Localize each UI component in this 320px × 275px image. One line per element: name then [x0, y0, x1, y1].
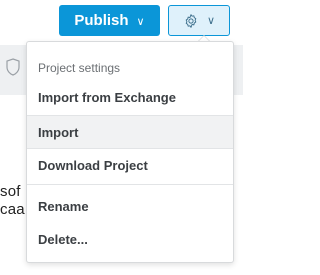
chevron-down-icon: ∨: [206, 15, 216, 27]
chevron-down-icon: ∨: [136, 16, 145, 28]
gear-icon: [185, 13, 197, 28]
menu-item-import-from-exchange[interactable]: Import from Exchange: [27, 81, 233, 113]
settings-dropdown-menu: Project settings Import from Exchange Im…: [26, 41, 234, 263]
publish-label: Publish: [74, 12, 129, 29]
menu-item-import[interactable]: Import: [27, 116, 233, 148]
menu-item-download-project[interactable]: Download Project: [27, 149, 233, 181]
menu-section-header: Project settings: [38, 61, 121, 75]
menu-item-delete[interactable]: Delete...: [27, 223, 233, 255]
menu-item-rename[interactable]: Rename: [27, 190, 233, 222]
settings-button[interactable]: ∨: [168, 5, 230, 36]
menu-divider: [27, 184, 233, 185]
shield-icon: [6, 58, 20, 76]
background-text-line: sof: [0, 183, 21, 200]
background-text-line: caa: [0, 201, 25, 218]
publish-button[interactable]: Publish ∨: [59, 5, 160, 36]
